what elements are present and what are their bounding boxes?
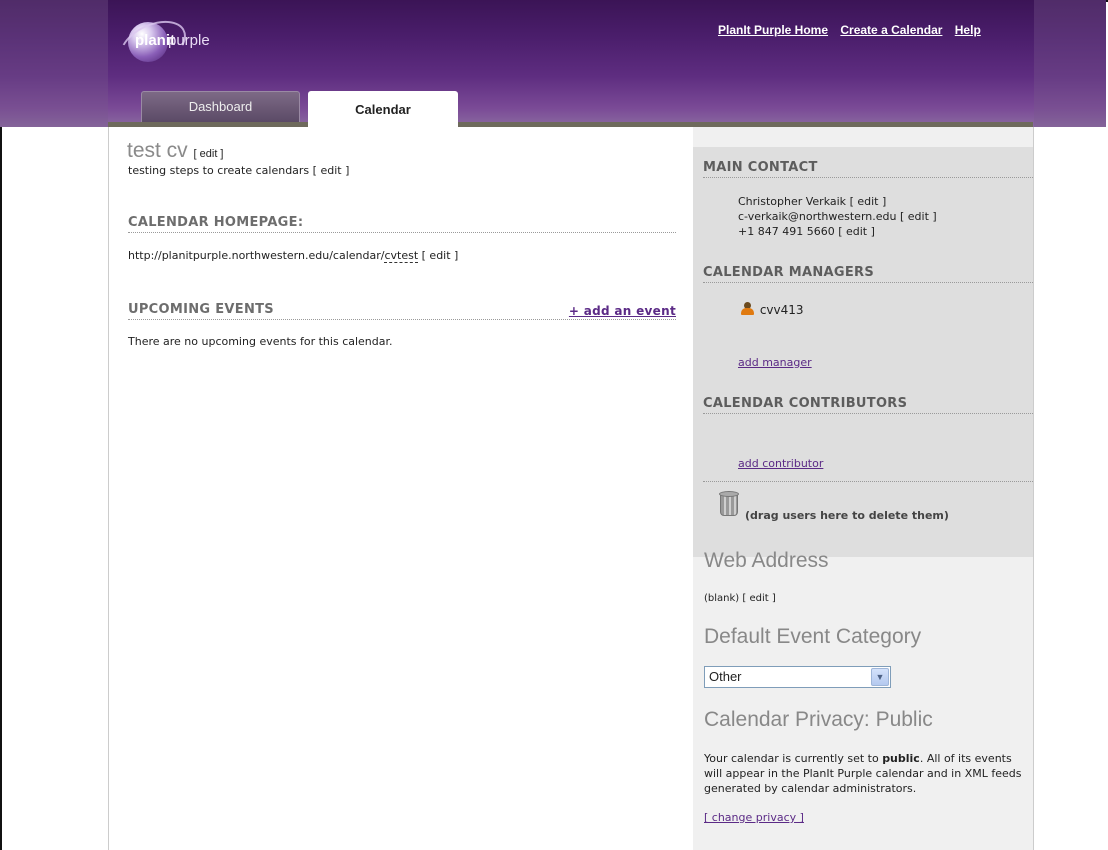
privacy-text-before: Your calendar is currently set to: [704, 752, 883, 765]
web-address-value: (blank) [ edit ]: [704, 593, 776, 604]
web-address-heading: Web Address: [704, 549, 829, 572]
web-address-text: (blank): [704, 593, 740, 604]
tab-dashboard[interactable]: Dashboard: [141, 91, 300, 122]
calendar-managers-heading: CALENDAR MANAGERS: [703, 265, 1033, 283]
calendar-homepage-heading: CALENDAR HOMEPAGE:: [128, 215, 676, 233]
calendar-description-text: testing steps to create calendars: [128, 164, 310, 177]
calendar-title: test cv [ edit ]: [127, 139, 224, 163]
no-events-message: There are no upcoming events for this ca…: [128, 335, 393, 348]
default-category-heading: Default Event Category: [704, 625, 922, 648]
privacy-heading: Calendar Privacy: Public: [704, 708, 933, 731]
header-left-band: [0, 0, 108, 127]
manager-user[interactable]: cvv413: [740, 302, 804, 317]
edit-contact-email-link[interactable]: [ edit ]: [900, 210, 937, 223]
contact-email-text: c-verkaik@northwestern.edu: [738, 210, 897, 223]
divider: [703, 481, 1033, 482]
homepage-url: http://planitpurple.northwestern.edu/cal…: [128, 249, 459, 263]
main-content: [108, 127, 693, 850]
contact-name-text: Christopher Verkaik: [738, 195, 847, 208]
edit-description-link[interactable]: [ edit ]: [313, 164, 350, 177]
contact-email: c-verkaik@northwestern.edu [ edit ]: [738, 210, 937, 223]
calendar-description: testing steps to create calendars [ edit…: [128, 164, 349, 177]
people-panel: [693, 147, 1033, 557]
main-contact-heading: MAIN CONTACT: [703, 160, 1033, 178]
chevron-down-icon[interactable]: ▼: [871, 668, 889, 686]
contact-phone: +1 847 491 5660 [ edit ]: [738, 225, 875, 238]
edit-homepage-link[interactable]: [ edit ]: [422, 249, 459, 262]
tab-calendar[interactable]: Calendar: [308, 91, 458, 127]
header-right-band: [1034, 0, 1106, 127]
manager-username: cvv413: [759, 303, 804, 317]
privacy-description: Your calendar is currently set to public…: [704, 751, 1029, 796]
calendar-title-text: test cv: [127, 139, 188, 162]
planit-purple-logo[interactable]: planit purple: [112, 11, 238, 79]
edit-contact-name-link[interactable]: [ edit ]: [850, 195, 887, 208]
top-nav: PlanIt Purple Home Create a Calendar Hel…: [718, 23, 990, 37]
upcoming-events-heading: UPCOMING EVENTS + add an event: [128, 302, 676, 320]
add-event-link[interactable]: + add an event: [569, 304, 676, 318]
add-manager-link[interactable]: add manager: [738, 356, 812, 369]
calendar-contributors-heading: CALENDAR CONTRIBUTORS: [703, 396, 1033, 414]
link-help[interactable]: Help: [955, 23, 981, 37]
privacy-text-bold: public: [882, 752, 920, 765]
default-category-value: Other: [709, 669, 742, 684]
edit-contact-phone-link[interactable]: [ edit ]: [838, 225, 875, 238]
link-planit-purple-home[interactable]: PlanIt Purple Home: [718, 23, 828, 37]
add-contributor-link[interactable]: add contributor: [738, 457, 823, 470]
trash-hint: (drag users here to delete them): [745, 509, 949, 522]
homepage-url-slug[interactable]: cvtest: [384, 249, 419, 263]
change-privacy-link[interactable]: [ change privacy ]: [704, 811, 804, 824]
page-margin-right: [1034, 127, 1108, 850]
default-category-select[interactable]: Other ▼: [704, 666, 891, 688]
edit-title-link[interactable]: [ edit ]: [194, 148, 224, 160]
trash-icon[interactable]: [718, 491, 740, 517]
homepage-url-prefix: http://planitpurple.northwestern.edu/cal…: [128, 249, 385, 262]
link-create-calendar[interactable]: Create a Calendar: [840, 23, 942, 37]
contact-name: Christopher Verkaik [ edit ]: [738, 195, 886, 208]
contact-phone-text: +1 847 491 5660: [738, 225, 835, 238]
logo-word-purple: purple: [168, 32, 210, 49]
edit-web-address-link[interactable]: [ edit ]: [742, 593, 775, 604]
user-icon: [740, 302, 754, 316]
upcoming-events-heading-text: UPCOMING EVENTS: [128, 302, 274, 317]
